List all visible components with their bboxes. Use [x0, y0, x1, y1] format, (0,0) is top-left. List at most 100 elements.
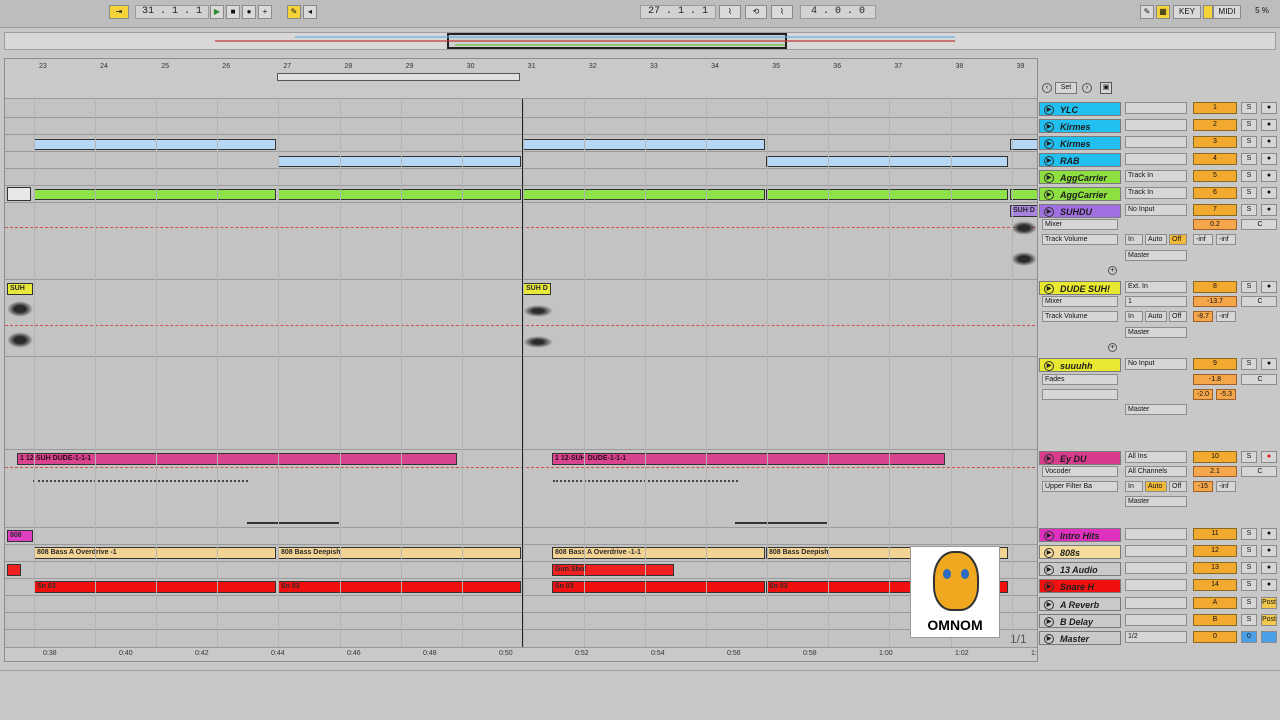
monitor-off[interactable]: Off — [1169, 234, 1187, 245]
send-b[interactable]: -5.3 — [1216, 389, 1236, 400]
track-fold-icon[interactable]: ▶ — [1044, 582, 1054, 592]
solo-button[interactable]: S — [1241, 136, 1257, 148]
solo-button[interactable]: S — [1241, 545, 1257, 557]
clip[interactable] — [766, 189, 1008, 200]
solo-button[interactable]: S — [1241, 187, 1257, 199]
track-name[interactable]: ▶ B Delay — [1039, 614, 1121, 628]
solo-button[interactable]: S — [1241, 281, 1257, 293]
input-channel-chooser[interactable]: 1 — [1125, 296, 1187, 307]
track-activator[interactable]: 11 — [1193, 528, 1237, 540]
automation-line[interactable] — [5, 467, 1035, 468]
solo-button[interactable]: S — [1241, 119, 1257, 131]
solo-button[interactable]: S — [1241, 528, 1257, 540]
parameter-chooser[interactable]: Track Volume — [1042, 311, 1118, 322]
clip-snare[interactable]: Sn 03 — [278, 581, 521, 593]
track-name[interactable]: ▶ Snare H — [1039, 579, 1121, 593]
device-chooser[interactable]: Mixer — [1042, 219, 1118, 230]
solo-button[interactable]: S — [1241, 614, 1257, 626]
track-fold-icon[interactable]: ▶ — [1044, 105, 1054, 115]
play-icon[interactable]: ▶ — [210, 5, 224, 19]
track-name[interactable]: ▶ A Reverb — [1039, 597, 1121, 611]
track-name[interactable]: ▶ Intro Hits — [1039, 528, 1121, 542]
clip[interactable] — [1010, 139, 1037, 150]
solo-button[interactable]: S — [1241, 579, 1257, 591]
track-name[interactable]: ▶ SUHDU — [1039, 204, 1121, 218]
track-io-chooser[interactable] — [1125, 102, 1187, 114]
draw-mode-icon[interactable]: ✎ — [1140, 5, 1154, 19]
arm-button[interactable]: ● — [1261, 579, 1277, 591]
track-io-chooser[interactable] — [1125, 153, 1187, 165]
clip-snare[interactable]: Sn 03 — [34, 581, 276, 593]
track-io-chooser[interactable]: Ext. In — [1125, 281, 1187, 293]
send-b[interactable]: -inf — [1216, 311, 1236, 322]
track-io-chooser[interactable] — [1125, 562, 1187, 574]
lock-icon[interactable]: ▣ — [1100, 82, 1112, 94]
device-chooser[interactable]: Vocoder — [1042, 466, 1118, 477]
solo-button[interactable]: S — [1241, 204, 1257, 216]
track-volume[interactable]: -13.7 — [1193, 296, 1237, 307]
monitor-auto[interactable]: Auto — [1145, 481, 1167, 492]
track-name[interactable]: ▶ Kirmes — [1039, 119, 1121, 133]
track-fold-icon[interactable]: ▶ — [1044, 361, 1054, 371]
solo-button[interactable]: S — [1241, 358, 1257, 370]
track-name[interactable]: ▶ Kirmes — [1039, 136, 1121, 150]
clip[interactable] — [34, 139, 276, 150]
midi-map-icon[interactable] — [1203, 5, 1213, 19]
monitor-off[interactable]: Off — [1169, 481, 1187, 492]
track-name[interactable]: ▶ Master — [1039, 631, 1121, 645]
track-name[interactable]: ▶ 13 Audio — [1039, 562, 1121, 576]
device-chooser[interactable]: Fades — [1042, 374, 1118, 385]
arrangement-view[interactable]: 23 24 25 26 27 28 29 30 31 32 33 34 35 36 37 38 39 SUH D… — [4, 58, 1038, 662]
arm-button[interactable]: ● — [1261, 119, 1277, 131]
clip-808-bass[interactable]: 808 Bass Deepish — [278, 547, 521, 559]
punch-out-icon[interactable]: ⌇ — [771, 5, 793, 19]
arm-button[interactable]: ● — [1261, 204, 1277, 216]
clip[interactable] — [766, 156, 1008, 167]
track-fold-icon[interactable]: ▶ — [1044, 634, 1054, 644]
midi-map-button[interactable]: MIDI — [1213, 5, 1241, 19]
next-locator-icon[interactable]: › — [1082, 83, 1092, 93]
loop-brace[interactable] — [277, 73, 520, 81]
track-fold-icon[interactable]: ▶ — [1044, 617, 1054, 627]
parameter-chooser[interactable]: Track Volume — [1042, 234, 1118, 245]
track-activator[interactable]: 9 — [1193, 358, 1237, 370]
track-io-chooser[interactable]: No Input — [1125, 358, 1187, 370]
solo-button[interactable]: S — [1241, 451, 1257, 463]
time-ruler[interactable]: 0:38 0:40 0:42 0:44 0:46 0:48 0:50 0:52 0:54 0:56… — [5, 647, 1037, 661]
clip-808-bass[interactable]: 808 Bass A Overdrive -1 — [34, 547, 276, 559]
track-volume[interactable]: 0.2 — [1193, 219, 1237, 230]
post-button[interactable]: Post — [1261, 597, 1277, 609]
arm-button[interactable]: ● — [1261, 136, 1277, 148]
parameter-chooser[interactable]: Upper Filter Ba — [1042, 481, 1118, 492]
arm-button[interactable]: ● — [1261, 281, 1277, 293]
track-io-chooser[interactable]: All Ins — [1125, 451, 1187, 463]
output-chooser[interactable]: Master — [1125, 250, 1187, 261]
clip-suh-d[interactable]: SUH D — [523, 283, 551, 295]
send-a[interactable]: -2.0 — [1193, 389, 1213, 400]
clip[interactable] — [523, 139, 765, 150]
clip-vocal[interactable]: 1 12-SUH DUDE-1-1-1 — [552, 453, 945, 465]
track-io-chooser[interactable] — [1125, 579, 1187, 591]
arm-button[interactable]: ● — [1261, 562, 1277, 574]
track-activator[interactable]: 12 — [1193, 545, 1237, 557]
pan-knob[interactable]: C — [1241, 219, 1277, 230]
solo-button[interactable]: 0 — [1241, 631, 1257, 643]
clip[interactable] — [523, 189, 765, 200]
track-activator[interactable]: 1 — [1193, 102, 1237, 114]
beat-time-ruler[interactable]: 23 24 25 26 27 28 29 30 31 32 33 34 35 36 37 38 39 — [5, 59, 1037, 99]
arm-button[interactable]: ● — [1261, 102, 1277, 114]
automation-arm-icon[interactable]: ✎ — [287, 5, 301, 19]
track-io-chooser[interactable]: 1/2 — [1125, 631, 1187, 643]
track-fold-icon[interactable]: ▶ — [1044, 284, 1054, 294]
clip[interactable] — [7, 187, 31, 201]
clip[interactable] — [278, 189, 521, 200]
follow-button[interactable]: ⇥ — [109, 5, 129, 19]
clip[interactable] — [1010, 189, 1037, 200]
output-chooser[interactable]: Master — [1125, 404, 1187, 415]
track-activator[interactable]: 13 — [1193, 562, 1237, 574]
pan-knob[interactable]: C — [1241, 466, 1277, 477]
add-lane-icon[interactable]: + — [1108, 343, 1117, 352]
clip-intro-hits[interactable]: 808 — [7, 530, 33, 542]
arrangement-position[interactable]: 31 . 1 . 1 — [135, 5, 209, 19]
send-b[interactable]: -inf — [1216, 234, 1236, 245]
